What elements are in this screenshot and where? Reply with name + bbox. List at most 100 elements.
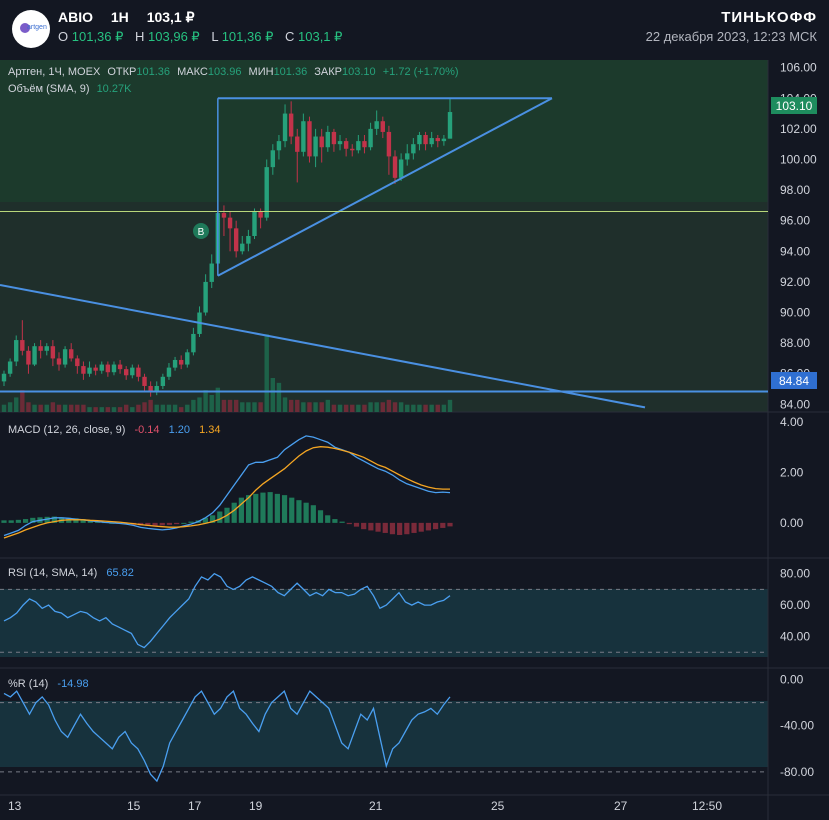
time-tick-label: 25 bbox=[491, 799, 505, 813]
volume-bar bbox=[362, 404, 367, 412]
close-label: ЗАКР bbox=[314, 66, 342, 78]
volume-bar bbox=[50, 402, 56, 412]
main-legend-name: Артген, 1Ч, MOEX bbox=[8, 66, 101, 78]
volume-bar bbox=[343, 404, 349, 412]
macd-histogram-bar bbox=[267, 492, 273, 523]
chart-canvas[interactable]: 106.00104.00102.00100.0098.0096.0094.009… bbox=[0, 0, 829, 820]
macd-histogram-bar bbox=[238, 497, 244, 523]
macd-histogram-bar bbox=[281, 495, 288, 523]
volume-bar bbox=[148, 399, 153, 412]
macd-histogram-bar bbox=[346, 522, 352, 525]
high-label: МАКС bbox=[177, 66, 208, 78]
candle-body bbox=[246, 236, 251, 244]
volume-bar bbox=[313, 402, 318, 412]
time-tick-label: 17 bbox=[188, 799, 202, 813]
candle-body bbox=[282, 113, 288, 142]
candle-body bbox=[160, 376, 166, 386]
volume-bar bbox=[1, 404, 7, 412]
candle-body bbox=[93, 367, 98, 371]
volume-bar bbox=[270, 378, 276, 412]
candle-body bbox=[1, 373, 7, 382]
candle-body bbox=[331, 131, 337, 145]
close-value: 103.10 bbox=[342, 66, 376, 78]
volume-bar bbox=[111, 407, 117, 412]
candle-body bbox=[20, 340, 25, 351]
time-tick-label: 21 bbox=[369, 799, 383, 813]
macd-histogram-bar bbox=[361, 522, 367, 530]
time-tick-label: 19 bbox=[249, 799, 263, 813]
macd-histogram-bar bbox=[389, 522, 396, 535]
volume-bar bbox=[136, 404, 141, 412]
macd-histogram-bar bbox=[188, 521, 194, 523]
candle-body bbox=[111, 364, 117, 373]
macd-histogram-bar bbox=[22, 519, 29, 523]
volume-bar bbox=[123, 404, 129, 412]
macd-histogram-bar bbox=[433, 522, 439, 530]
volume-bar bbox=[7, 402, 13, 412]
volume-bar bbox=[117, 407, 123, 412]
candle-body bbox=[62, 349, 68, 365]
volume-bar bbox=[307, 402, 312, 412]
macd-histogram-bar bbox=[253, 493, 259, 523]
macd-histogram-bar bbox=[1, 520, 7, 523]
volume-bar bbox=[392, 402, 398, 412]
volume-bar bbox=[337, 404, 343, 412]
volume-bar bbox=[258, 402, 263, 412]
macd-histogram-bar bbox=[353, 522, 360, 527]
macd-hist-value: -0.14 bbox=[134, 424, 159, 436]
wr-label: %R (14) bbox=[8, 678, 48, 690]
time-tick-label: 13 bbox=[8, 799, 22, 813]
macd-histogram-bar bbox=[368, 522, 374, 531]
candle-body bbox=[87, 367, 92, 374]
volume-bar bbox=[99, 407, 104, 412]
price-tick-label: 106.00 bbox=[780, 61, 817, 75]
macd-histogram-bar bbox=[8, 520, 14, 523]
main-legend: Артген, 1Ч, MOEX ОТКР101.36 МАКС103.96 М… bbox=[8, 66, 459, 78]
volume-bar bbox=[185, 404, 190, 412]
candle-body bbox=[380, 121, 385, 132]
macd-histogram-bar bbox=[404, 522, 410, 535]
macd-histogram-bar bbox=[260, 492, 266, 523]
open-value: 101.36 bbox=[136, 66, 170, 78]
candle-body bbox=[429, 138, 434, 145]
volume-bar bbox=[417, 404, 422, 412]
volume-bar bbox=[93, 407, 98, 412]
time-tick-label: 12:50 bbox=[692, 799, 722, 813]
high-value: 103.96 bbox=[208, 66, 242, 78]
volume-bar bbox=[301, 402, 306, 412]
volume-bar bbox=[56, 404, 62, 412]
macd-line-value: 1.20 bbox=[169, 424, 190, 436]
macd-histogram-bar bbox=[440, 522, 446, 528]
volume-bar bbox=[75, 404, 80, 412]
buy-marker[interactable]: B bbox=[193, 223, 209, 239]
macd-tick-label: 4.00 bbox=[780, 415, 804, 429]
volume-bar bbox=[435, 404, 440, 412]
candle-body bbox=[123, 369, 129, 376]
candle-body bbox=[313, 136, 318, 157]
volume-bar bbox=[264, 334, 269, 412]
candle-body bbox=[69, 349, 74, 359]
volume-bar bbox=[69, 404, 74, 412]
macd-histogram-bar bbox=[332, 519, 338, 523]
candle-body bbox=[14, 340, 19, 362]
volume-bar bbox=[172, 404, 178, 412]
rsi-tick-label: 40.00 bbox=[780, 630, 810, 644]
macd-histogram-bar bbox=[296, 500, 302, 523]
macd-tick-label: 2.00 bbox=[780, 465, 804, 479]
candle-body bbox=[26, 350, 31, 365]
rsi-label: RSI (14, SMA, 14) bbox=[8, 567, 97, 579]
volume-bar bbox=[105, 407, 111, 412]
support-price-tag: 84.84 bbox=[771, 372, 817, 389]
low-label: МИН bbox=[249, 66, 274, 78]
candle-body bbox=[252, 211, 257, 236]
candle-body bbox=[411, 144, 416, 154]
price-tick-label: 94.00 bbox=[780, 244, 810, 258]
candle-body bbox=[166, 367, 172, 377]
volume-bar bbox=[282, 397, 288, 412]
candle-body bbox=[240, 243, 245, 252]
candle-body bbox=[288, 113, 294, 137]
volume-bar bbox=[209, 395, 214, 412]
price-tick-label: 102.00 bbox=[780, 122, 817, 136]
price-tick-label: 96.00 bbox=[780, 214, 810, 228]
volume-bar bbox=[154, 404, 159, 412]
